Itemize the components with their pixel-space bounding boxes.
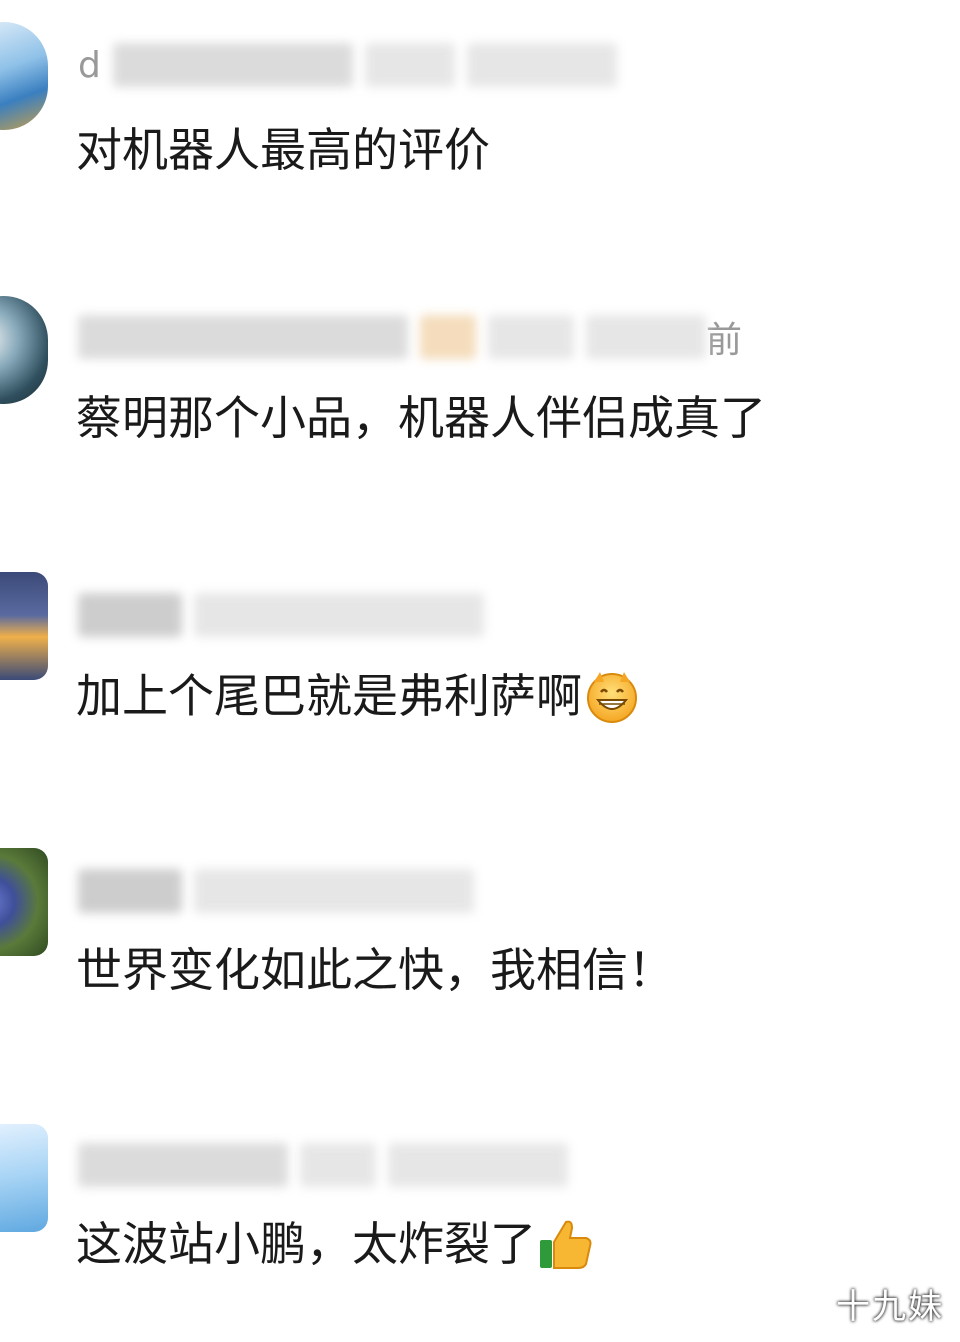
timestamp-blurred	[466, 43, 617, 87]
username-blurred[interactable]	[78, 593, 182, 637]
avatar[interactable]	[0, 572, 48, 680]
comment-text: 加上个尾巴就是弗利萨啊	[76, 666, 640, 726]
badge-blurred	[420, 315, 476, 359]
grin-face-icon	[587, 672, 637, 723]
comment-meta	[78, 584, 484, 646]
comment-item: 加上个尾巴就是弗利萨啊	[0, 572, 960, 732]
comment-text: 这波站小鹏，太炸裂了	[76, 1214, 594, 1274]
thumbs-up-icon	[540, 1220, 592, 1269]
comment-item: 世界变化如此之快，我相信！	[0, 848, 960, 1008]
timestamp-blurred	[586, 315, 706, 359]
avatar[interactable]	[0, 1124, 48, 1232]
badge-blurred	[300, 1143, 376, 1187]
comment-item: d 对机器人最高的评价	[0, 22, 960, 188]
timestamp-blurred	[388, 1143, 568, 1187]
avatar[interactable]	[0, 848, 48, 956]
comment-body: 蔡明那个小品，机器人伴侣成真了	[76, 391, 766, 445]
comment-text: 蔡明那个小品，机器人伴侣成真了	[76, 388, 766, 448]
timestamp-blurred	[488, 315, 574, 359]
avatar[interactable]	[0, 22, 48, 130]
comment-meta	[78, 860, 474, 922]
comment-body: 对机器人最高的评价	[76, 123, 490, 177]
avatar[interactable]	[0, 296, 48, 404]
comment-item: 前 蔡明那个小品，机器人伴侣成真了	[0, 296, 960, 456]
username-blurred[interactable]	[78, 1143, 288, 1187]
comment-body: 加上个尾巴就是弗利萨啊	[76, 669, 582, 723]
comment-body: 世界变化如此之快，我相信！	[76, 943, 674, 997]
timestamp-suffix: 前	[706, 320, 743, 361]
username-initial[interactable]: d	[78, 45, 101, 86]
comment-meta	[78, 1134, 568, 1196]
comment-body: 这波站小鹏，太炸裂了	[76, 1217, 536, 1271]
timestamp-blurred	[364, 43, 455, 87]
username-blurred[interactable]	[112, 43, 353, 87]
comment-text: 对机器人最高的评价	[76, 120, 490, 180]
comment-item: 这波站小鹏，太炸裂了	[0, 1124, 960, 1294]
comment-text: 世界变化如此之快，我相信！	[76, 940, 674, 1000]
username-blurred[interactable]	[78, 869, 182, 913]
timestamp-blurred	[194, 869, 474, 913]
watermark: 十九妹	[836, 1287, 944, 1327]
username-blurred[interactable]	[78, 315, 408, 359]
comment-meta: d	[78, 34, 617, 96]
comment-meta: 前	[78, 306, 742, 368]
timestamp-blurred	[194, 593, 484, 637]
